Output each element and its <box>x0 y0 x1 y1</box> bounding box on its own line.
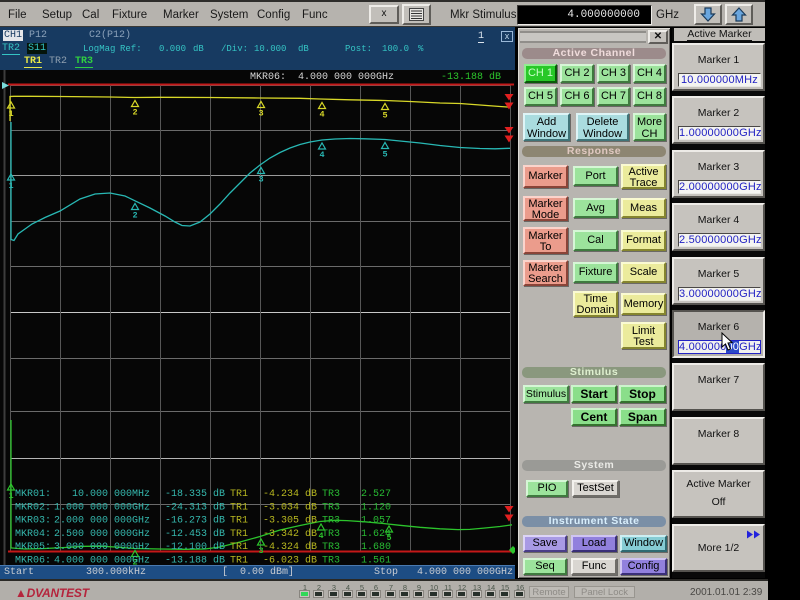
svg-text:MKR06:4.000 000 000GHz-13.188: MKR06:4.000 000 000GHz-13.188 dBTR1-6.02… <box>15 555 391 566</box>
svg-text:-13.188 dB: -13.188 dB <box>441 71 501 83</box>
svg-text:5: 5 <box>382 150 387 160</box>
svg-text:1: 1 <box>8 109 13 119</box>
svg-text:3: 3 <box>258 109 263 119</box>
svg-text:MKR01: 10.000 000MHz-18.335: MKR01: 10.000 000MHz-18.335 dBTR1-4.234 … <box>15 488 391 500</box>
svg-text:3: 3 <box>258 175 263 185</box>
svg-text:MKR04:2.500 000 000GHz-12.453: MKR04:2.500 000 000GHz-12.453 dBTR1-3.34… <box>15 528 391 540</box>
svg-text:MKR03:2.000 000 000GHz-16.273: MKR03:2.000 000 000GHz-16.273 dBTR1-3.30… <box>15 515 391 527</box>
svg-text:MKR05:3.000 000 000GHz-12.100: MKR05:3.000 000 000GHz-12.100 dBTR1-4.32… <box>15 541 391 553</box>
svg-text:MKR06: 4.000 000 000GHz: MKR06: 4.000 000 000GHz <box>250 72 394 83</box>
svg-text:4: 4 <box>319 110 324 120</box>
svg-text:MKR02:1.000 000 000GHz-24.313: MKR02:1.000 000 000GHz-24.313 dBTR1-3.03… <box>15 501 391 513</box>
svg-text:4: 4 <box>319 150 324 160</box>
svg-text:2: 2 <box>132 108 137 118</box>
svg-text:5: 5 <box>382 111 387 121</box>
svg-text:1: 1 <box>8 491 13 501</box>
svg-text:1: 1 <box>8 181 13 191</box>
svg-text:2: 2 <box>132 211 137 221</box>
